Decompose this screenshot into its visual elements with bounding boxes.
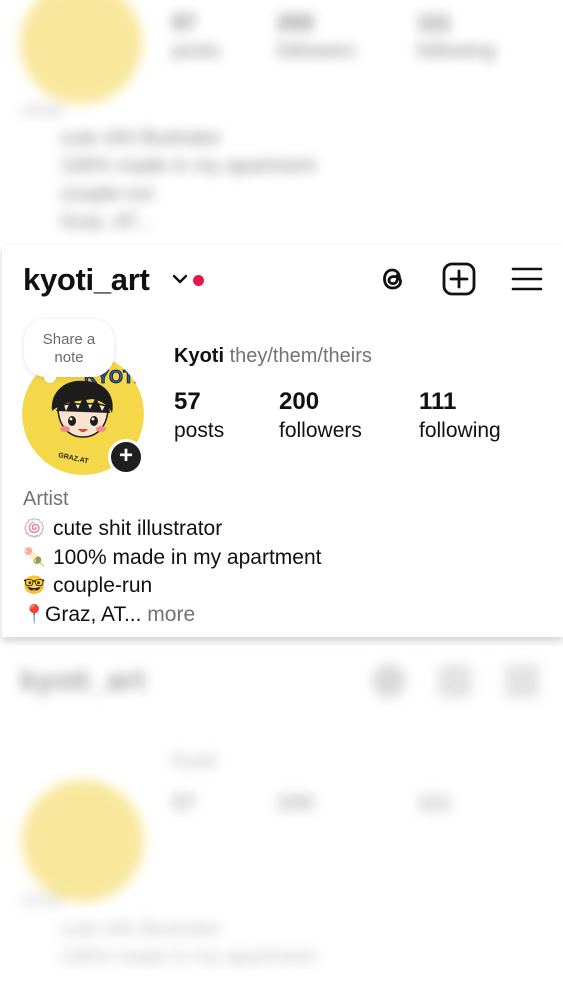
share-note-bubble[interactable]: Share a note (24, 319, 114, 377)
followers-label: followers (279, 419, 362, 442)
name-line: Kyoti they/them/theirs (174, 345, 372, 368)
ghost-bio-line: couple-run (60, 183, 155, 205)
display-name: Kyoti (174, 345, 224, 367)
top-bar: kyoti_art (23, 261, 543, 301)
profile-category: Artist (23, 488, 69, 510)
bio-text: 100% made in my apartment (53, 545, 322, 569)
note-line: Share a (42, 331, 96, 348)
bio: 🍥 cute shit illustrator 🍡 100% made in my … (23, 515, 321, 629)
ghost-bio-line: cute shit illustrator (60, 918, 222, 940)
ghost-posts-count: 57 (172, 790, 197, 815)
ghost-bio-line: 100% made in my apartment (60, 155, 316, 177)
ghost-followers-count: 200 (277, 10, 314, 35)
ghost-following-label: following (417, 40, 495, 62)
posts-stat[interactable]: 57 posts (174, 388, 224, 446)
ghost-posts-count: 57 (172, 10, 197, 35)
bio-text: couple-run (53, 574, 153, 597)
bio-line: 🤓 couple-run (23, 572, 321, 601)
threads-icon[interactable] (375, 261, 411, 297)
ghost-posts-label: posts (172, 40, 220, 62)
posts-label: posts (174, 419, 225, 442)
ghost-category: Artist (22, 890, 64, 910)
note-bubble-tail (44, 371, 56, 383)
fishcake-emoji-icon: 🍥 (23, 518, 46, 539)
ghost-display-name: Kyoti (172, 750, 217, 772)
bio-line: 🍡 100% made in my apartment (23, 544, 321, 573)
ghost-followers-count: 200 (277, 790, 314, 815)
menu-icon[interactable] (509, 261, 545, 297)
ghost-bio-line: Graz, AT... (60, 211, 152, 233)
ghost-following-count: 111 (417, 10, 452, 35)
following-count: 111 (419, 388, 457, 415)
ghost-username: kyoti_art (20, 664, 146, 697)
blurred-background-bottom: kyoti_art Kyoti 57 200 111 Artist cute s… (0, 640, 563, 1000)
notification-dot (193, 275, 204, 286)
new-post-icon[interactable] (441, 261, 477, 297)
followers-count: 200 (279, 388, 320, 415)
ghost-bio-line: cute shit illustrator (60, 127, 222, 149)
ghost-bio-line: 100% made in my apartment (60, 946, 316, 968)
following-stat[interactable]: 111 following (419, 388, 501, 446)
bio-text: Graz, AT... (45, 602, 142, 626)
bio-line: 📍Graz, AT... more (23, 601, 321, 630)
ghost-followers-label: followers (277, 40, 356, 62)
add-story-button[interactable]: + (108, 439, 144, 475)
username-switcher[interactable]: kyoti_art (23, 261, 150, 299)
following-label: following (419, 419, 501, 442)
note-line: note (54, 349, 84, 366)
bio-line: 🍥 cute shit illustrator (23, 515, 321, 544)
ghost-category: Artist (22, 100, 64, 120)
pin-emoji-icon: 📍 (23, 603, 46, 625)
dango-emoji-icon: 🍡 (23, 546, 46, 568)
ghost-following-count: 111 (417, 790, 452, 815)
posts-count: 57 (174, 388, 201, 415)
nerd-face-emoji-icon: 🤓 (23, 575, 46, 596)
pronouns: they/them/theirs (229, 345, 372, 367)
chevron-down-icon[interactable] (172, 273, 188, 285)
profile-header-card: kyoti_art Share a note KYOTi GRAZ.AT + K… (2, 245, 563, 637)
followers-stat[interactable]: 200 followers (279, 388, 362, 446)
bio-more-link[interactable]: more (141, 603, 195, 626)
bio-text: cute shit illustrator (53, 517, 223, 540)
